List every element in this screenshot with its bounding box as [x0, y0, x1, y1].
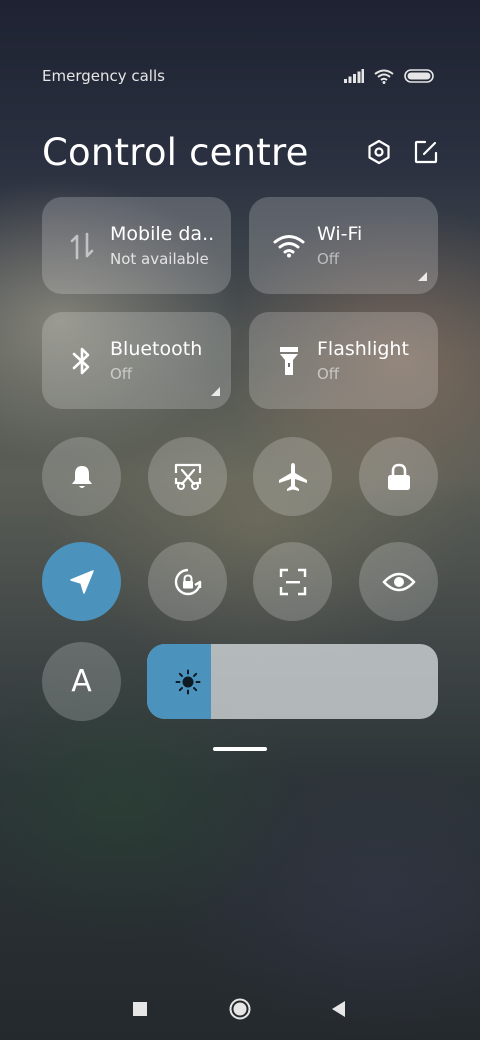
wifi-icon [269, 234, 309, 258]
tile-bluetooth-status: Off [110, 365, 133, 383]
status-icons [344, 69, 434, 84]
lock-icon [387, 463, 410, 490]
screenshot-icon [174, 463, 201, 490]
tile-wifi-label: Wi-Fi [317, 223, 363, 245]
expand-corner-icon[interactable] [211, 387, 220, 396]
navigation-bar [0, 996, 480, 1022]
edit-icon[interactable] [414, 140, 438, 164]
recents-icon [133, 1002, 147, 1016]
bell-icon [71, 465, 92, 488]
mobile-data-icon [62, 232, 102, 260]
airplane-icon [278, 462, 307, 491]
location-icon [69, 569, 94, 594]
back-button[interactable] [325, 996, 351, 1022]
header-actions [366, 139, 438, 165]
tile-bluetooth[interactable]: Bluetooth Off [42, 312, 231, 409]
tile-flashlight[interactable]: Flashlight Off [249, 312, 438, 409]
status-carrier-text: Emergency calls o [42, 67, 170, 85]
tile-wifi[interactable]: Wi-Fi Off [249, 197, 438, 294]
toggle-rotation-lock[interactable] [148, 542, 227, 621]
back-icon [332, 1001, 345, 1017]
header: Control centre [42, 128, 438, 176]
toggle-reading-mode[interactable] [359, 542, 438, 621]
signal-icon [344, 69, 364, 83]
toggle-scanner[interactable] [253, 542, 332, 621]
toggle-auto-brightness[interactable]: A [42, 642, 121, 721]
tile-mobile-data-status: Not available [110, 250, 209, 268]
eye-icon [381, 572, 416, 591]
settings-icon[interactable] [366, 139, 392, 165]
scanner-icon [279, 568, 306, 595]
recents-button[interactable] [127, 996, 153, 1022]
drag-handle[interactable] [213, 747, 267, 751]
expand-corner-icon[interactable] [418, 272, 427, 281]
battery-icon [404, 69, 434, 83]
status-bar: Emergency calls o [42, 64, 434, 88]
brightness-slider[interactable] [147, 644, 438, 719]
toggle-silent[interactable] [42, 437, 121, 516]
toggle-airplane[interactable] [253, 437, 332, 516]
toggle-screenshot[interactable] [148, 437, 227, 516]
sun-icon [175, 669, 201, 695]
tile-bluetooth-label: Bluetooth [110, 338, 203, 360]
home-icon [229, 998, 251, 1020]
tile-mobile-data-label: Mobile da.. [110, 223, 215, 245]
wifi-icon [374, 69, 394, 84]
tile-mobile-data[interactable]: Mobile da.. Not available [42, 197, 231, 294]
bluetooth-icon [62, 346, 102, 376]
toggle-lock-screen[interactable] [359, 437, 438, 516]
home-button[interactable] [227, 996, 253, 1022]
tile-flashlight-status: Off [317, 365, 340, 383]
tile-flashlight-label: Flashlight [317, 338, 409, 360]
page-title: Control centre [42, 130, 309, 174]
rotation-lock-icon [174, 568, 201, 595]
auto-brightness-icon: A [71, 664, 92, 699]
tile-wifi-status: Off [317, 250, 340, 268]
toggle-location[interactable] [42, 542, 121, 621]
flashlight-icon [269, 345, 309, 377]
